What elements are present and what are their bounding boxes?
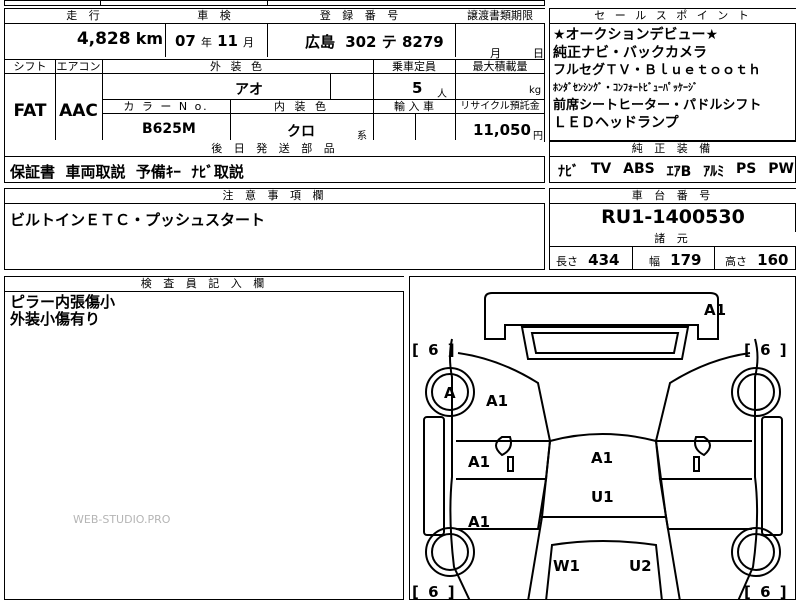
sales-point-4: ﾎﾝﾀﾞｾﾝｼﾝｸﾞ・ｺﾝﾌｫｰﾄﾋﾞｭｰﾊﾟｯｹｰｼﾞ <box>553 82 698 94</box>
equip-alumi: ｱﾙﾐ <box>703 164 725 180</box>
max-load-label: 最大積載量 <box>472 60 528 73</box>
color-no-label: カ ラ ー N o. <box>123 100 209 113</box>
int-color-value: クロ <box>287 124 315 140</box>
int-color-suffix: 系 <box>357 131 367 142</box>
tire-rl: [ 6 ] <box>412 341 457 359</box>
mark-rear-door: A1 <box>468 453 491 471</box>
sales-points-label: セ ー ル ス ポ イ ン ト <box>550 9 796 23</box>
dims-height: 高さ 160 <box>725 250 788 269</box>
transfer-day: 日 <box>533 47 544 60</box>
mark-roof-u1: U1 <box>591 488 614 506</box>
equip-navi: ﾅﾋﾞ <box>558 164 579 180</box>
shaken-month: 11 <box>217 32 238 50</box>
dims-width: 幅 179 <box>649 250 701 269</box>
post-parts-value: 保証書 車両取説 予備ｷｰ ﾅﾋﾞ取説 <box>10 163 244 181</box>
ac-label: エアコン <box>56 60 101 73</box>
inspector-lines: ピラー内張傷小 外装小傷有り <box>10 294 115 328</box>
info-grid: 走 行 車 検 登 録 番 号 譲渡書類期限 4,828 km 07 年 11 … <box>4 8 545 183</box>
inspector-label: 検 査 員 記 入 欄 <box>5 277 404 291</box>
car-diagram-box: [ 6 ] [ 6 ] [ 6 ] [ 6 ] A1 A A1 A1 A1 A1… <box>409 276 796 600</box>
sales-points-box: セ ー ル ス ポ イ ン ト ★オークションデビュー★ 純正ナビ・バックカメラ… <box>549 8 796 141</box>
hgt-value: 160 <box>757 251 789 269</box>
mark-front-door: A1 <box>468 513 491 531</box>
tire-fl: [ 6 ] <box>412 583 457 600</box>
capacity-label: 乗車定員 <box>392 60 436 73</box>
equip-ps: PS <box>736 161 757 177</box>
reg-number: 302 テ 8279 <box>345 33 444 51</box>
max-load-unit: kg <box>529 85 542 96</box>
dims-label: 諸 元 <box>550 232 796 246</box>
tire-fr: [ 6 ] <box>744 583 789 600</box>
sales-point-6: ＬＥＤヘッドランプ <box>553 114 679 131</box>
shaken-label: 車 検 <box>165 9 267 23</box>
shaken-value: 07 年 11 月 <box>175 31 267 50</box>
chassis-box: 車 台 番 号 RU1-1400530 諸 元 長さ 434 幅 179 高さ … <box>549 188 796 270</box>
mileage-value: 4,828 <box>76 29 131 49</box>
shift-label: シフト <box>13 60 47 73</box>
mark-roof: A1 <box>591 449 614 467</box>
reg-label: 登 録 番 号 <box>267 9 455 23</box>
equipment-label: 純 正 装 備 <box>550 142 796 156</box>
chassis-label: 車 台 番 号 <box>550 189 796 203</box>
recycle-label: リサイクル預託金 <box>460 101 540 112</box>
transfer-label: 譲渡書類期限 <box>455 9 545 23</box>
equip-airbag: ｴｱB <box>666 164 692 180</box>
mark-spare: A <box>444 384 456 402</box>
shaken-year: 07 <box>175 32 196 50</box>
equipment-items: ﾅﾋﾞ TV ABS ｴｱB ｱﾙﾐ PS PW <box>558 161 794 181</box>
ac-value: AAC <box>59 101 98 121</box>
ext-color-value: アオ <box>235 82 263 98</box>
shaken-month-unit: 月 <box>243 36 255 49</box>
recycle-value: 11,050 <box>473 121 531 139</box>
car-diagram <box>423 292 783 599</box>
sales-point-2: 純正ナビ・バックカメラ <box>553 44 707 61</box>
reg-area: 広島 <box>305 33 336 51</box>
equip-tv: TV <box>590 161 612 177</box>
equip-abs: ABS <box>623 161 655 177</box>
mileage-value-wrap: 4,828 km <box>5 29 163 49</box>
int-color-label: 内 装 色 <box>274 100 329 113</box>
mileage-label: 走 行 <box>5 9 165 23</box>
wid-label: 幅 <box>649 255 660 268</box>
sales-points-lines: ★オークションデビュー★ 純正ナビ・バックカメラ フルセグＴＶ・Ｂｌｕｅｔｏｏｔ… <box>553 27 796 132</box>
inspector-line-2: 外装小傷有り <box>10 310 101 328</box>
mileage-unit: km <box>135 29 163 48</box>
shaken-year-unit: 年 <box>200 36 212 49</box>
dims-length: 長さ 434 <box>556 250 619 269</box>
mark-w1: W1 <box>553 557 580 575</box>
top-strip <box>4 0 545 6</box>
notes-box: 注 意 事 項 欄 ビルトインＥＴＣ・プッシュスタート <box>4 188 545 270</box>
hgt-label: 高さ <box>725 255 747 268</box>
sales-point-1: ★オークションデビュー★ <box>553 27 719 43</box>
inspector-line-1: ピラー内張傷小 <box>10 293 116 311</box>
watermark: WEB-STUDIO.PRO <box>73 513 171 526</box>
post-parts-label: 後 日 発 送 部 品 <box>5 142 545 156</box>
len-label: 長さ <box>556 255 578 268</box>
mark-rear-bumper: A1 <box>704 301 727 319</box>
capacity-value: 5 <box>412 79 423 97</box>
notes-value: ビルトインＥＴＣ・プッシュスタート <box>10 211 266 229</box>
ext-color-label: 外 装 色 <box>210 60 265 73</box>
import-label: 輸 入 車 <box>394 100 434 113</box>
wid-value: 179 <box>670 251 702 269</box>
sales-point-5: 前席シートヒーター・パドルシフト <box>553 98 762 113</box>
inspector-box: 検 査 員 記 入 欄 ピラー内張傷小 外装小傷有り WEB-STUDIO.PR… <box>4 276 404 600</box>
capacity-unit: 人 <box>437 89 447 100</box>
sales-point-3: フルセグＴＶ・Ｂｌｕｅｔｏｏｔｈ <box>553 63 762 78</box>
notes-label: 注 意 事 項 欄 <box>5 189 545 203</box>
transfer-month: 月 <box>490 47 501 60</box>
reg-value: 広島 302 テ 8279 <box>305 31 455 52</box>
tire-rr: [ 6 ] <box>744 341 789 359</box>
shift-value: FAT <box>13 101 47 121</box>
len-value: 434 <box>588 251 620 269</box>
equip-pw: PW <box>768 161 794 177</box>
chassis-value: RU1-1400530 <box>601 206 745 228</box>
recycle-unit: 円 <box>533 131 543 142</box>
mark-u2: U2 <box>629 557 652 575</box>
color-no-value: B625M <box>142 121 196 137</box>
mark-rear-quarter: A1 <box>486 392 509 410</box>
equipment-box: 純 正 装 備 ﾅﾋﾞ TV ABS ｴｱB ｱﾙﾐ PS PW <box>549 141 796 183</box>
